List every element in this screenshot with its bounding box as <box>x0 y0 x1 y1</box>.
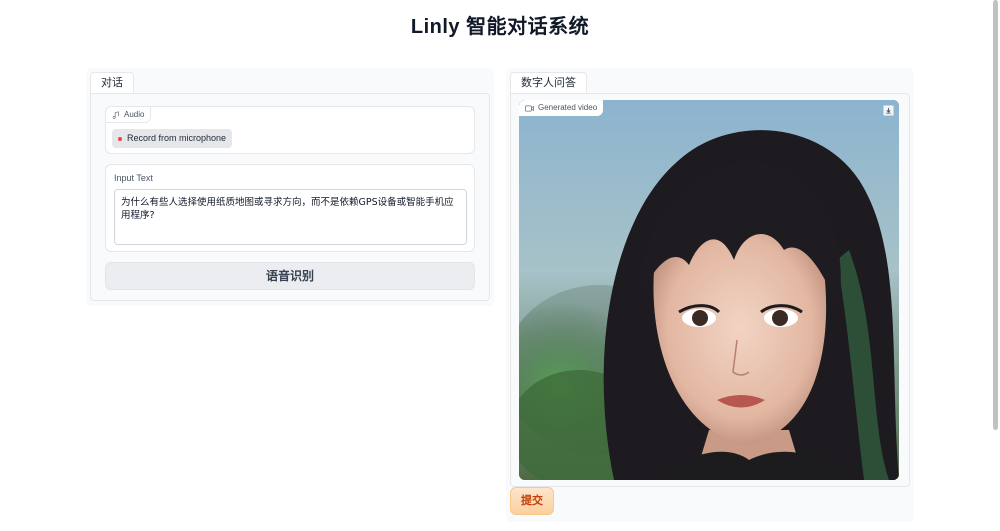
tab-conversation[interactable]: 对话 <box>90 72 134 94</box>
page-title: Linly 智能对话系统 <box>410 16 590 38</box>
video-frame <box>519 100 899 480</box>
conversation-tab-body: Audio Record from microphone Input Text … <box>90 93 490 301</box>
generated-video-player[interactable]: Generated video <box>519 100 899 480</box>
generated-video-label-text: Generated video <box>538 103 598 112</box>
speech-recognition-button[interactable]: 语音识别 <box>105 262 475 290</box>
generated-video-label: Generated video <box>519 100 604 116</box>
audio-label: Audio <box>106 107 152 123</box>
input-text-block: Input Text 为什么有些人选择使用纸质地图或寻求方向，而不是依赖GPS设… <box>105 164 475 252</box>
digital-human-tab-body: Generated video <box>510 93 910 487</box>
page-scrollbar[interactable] <box>993 0 998 430</box>
download-icon <box>886 107 891 114</box>
tab-digital-human[interactable]: 数字人问答 <box>510 72 587 94</box>
conversation-panel: 对话 Audio Record from microphone Input Te… <box>86 68 494 306</box>
submit-button[interactable]: 提交 <box>510 487 554 515</box>
video-camera-icon <box>525 105 534 111</box>
digital-human-panel: 数字人问答 Generated video 提交 <box>506 68 914 522</box>
record-dot-icon <box>118 136 122 141</box>
audio-label-text: Audio <box>124 110 145 119</box>
input-text-label: Input Text <box>114 173 153 183</box>
input-text-field[interactable]: 为什么有些人选择使用纸质地图或寻求方向，而不是依赖GPS设备或智能手机应用程序? <box>114 189 467 245</box>
download-button[interactable] <box>883 105 894 116</box>
audio-input-block: Audio Record from microphone <box>105 106 475 154</box>
music-note-icon <box>112 110 119 119</box>
record-button-label: Record from microphone <box>127 133 227 143</box>
record-from-microphone-button[interactable]: Record from microphone <box>112 129 233 148</box>
